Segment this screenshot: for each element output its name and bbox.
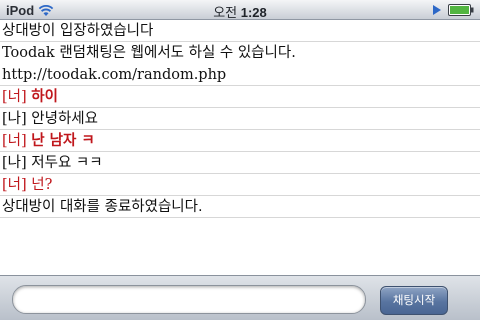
status-bar: iPod 오전 1:28 <box>0 0 480 20</box>
chat-line-me: [나] 안녕하세요 <box>0 108 480 130</box>
chat-log: 상대방이 입장하였습니다 Toodak 랜덤채팅은 웹에서도 하실 수 있습니다… <box>0 20 480 218</box>
status-right <box>432 2 474 18</box>
play-icon <box>433 5 441 15</box>
chat-line-stranger: [너] 넌? <box>0 174 480 196</box>
start-chat-button[interactable]: 채팅시작 <box>380 286 448 315</box>
speaker-prefix: [너] <box>2 177 27 193</box>
system-link-text: http://toodak.com/random.php <box>2 67 227 83</box>
chat-message: 난 남자 ㅋ <box>31 133 95 149</box>
clock-period: 오전 <box>213 5 238 20</box>
system-message: 상대방이 입장하였습니다 <box>2 23 154 39</box>
speaker-prefix: [나] <box>2 155 27 171</box>
input-bar: 채팅시작 <box>0 275 480 320</box>
speaker-prefix: [나] <box>2 111 27 127</box>
battery-icon <box>448 4 474 16</box>
chat-message: 안녕하세요 <box>31 111 98 127</box>
chat-line-system: 상대방이 대화를 종료하였습니다. <box>0 196 480 218</box>
chat-message: 넌? <box>31 177 53 193</box>
system-message: 상대방이 대화를 종료하였습니다. <box>2 199 203 215</box>
speaker-prefix: [너] <box>2 133 27 149</box>
message-input[interactable] <box>12 285 366 314</box>
chat-line-stranger: [너] 하이 <box>0 86 480 108</box>
chat-message: 하이 <box>31 89 58 105</box>
chat-line-stranger: [너] 난 남자 ㅋ <box>0 130 480 152</box>
chat-line-me: [나] 저두요 ㅋㅋ <box>0 152 480 174</box>
chat-message: 저두요 ㅋㅋ <box>31 155 103 171</box>
chat-line-system: Toodak 랜덤채팅은 웹에서도 하실 수 있습니다. <box>0 42 480 64</box>
chat-line-system: http://toodak.com/random.php <box>0 64 480 86</box>
speaker-prefix: [너] <box>2 89 27 105</box>
system-message: Toodak 랜덤채팅은 웹에서도 하실 수 있습니다. <box>2 45 296 61</box>
status-clock: 오전 1:28 <box>0 2 480 21</box>
chat-line-system: 상대방이 입장하였습니다 <box>0 20 480 42</box>
clock-time: 1:28 <box>240 5 267 20</box>
